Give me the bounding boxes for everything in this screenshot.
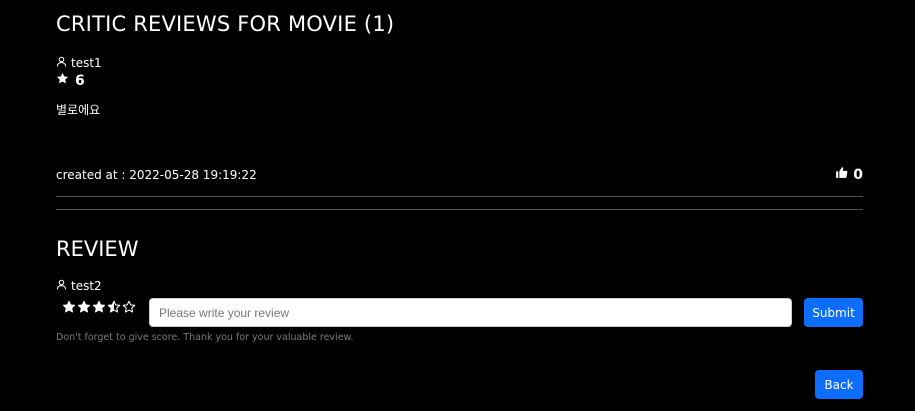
critic-score-value: 6 <box>75 72 85 89</box>
star-filled-icon[interactable] <box>92 299 106 318</box>
rating-hint: Don't forget to give score. Thank you fo… <box>56 332 354 343</box>
like-button[interactable]: 0 <box>835 166 863 183</box>
review-section-title: REVIEW <box>56 237 139 261</box>
user-icon <box>56 279 67 293</box>
critic-review-text: 별로에요 <box>56 103 101 117</box>
star-filled-icon[interactable] <box>77 299 91 318</box>
critic-user: test1 <box>56 56 102 70</box>
star-half-icon[interactable] <box>107 299 121 318</box>
star-filled-icon[interactable] <box>62 299 76 318</box>
critic-username: test1 <box>71 56 102 70</box>
like-count: 0 <box>853 166 863 183</box>
reviewer-username: test2 <box>71 279 102 293</box>
page-title: CRITIC REVIEWS FOR MOVIE (1) <box>56 12 395 36</box>
thumbs-up-icon <box>835 166 848 183</box>
back-button[interactable]: Back <box>815 370 863 399</box>
critic-score: 6 <box>56 72 85 89</box>
user-icon <box>56 56 67 70</box>
divider <box>56 196 863 197</box>
star-rating[interactable] <box>62 299 136 318</box>
star-icon <box>56 72 69 89</box>
reviewer-user: test2 <box>56 279 102 293</box>
divider <box>56 209 863 210</box>
created-at: created at : 2022-05-28 19:19:22 <box>56 168 257 182</box>
review-input[interactable] <box>149 298 792 327</box>
submit-button[interactable]: Submit <box>804 298 863 327</box>
star-empty-icon[interactable] <box>122 299 136 318</box>
